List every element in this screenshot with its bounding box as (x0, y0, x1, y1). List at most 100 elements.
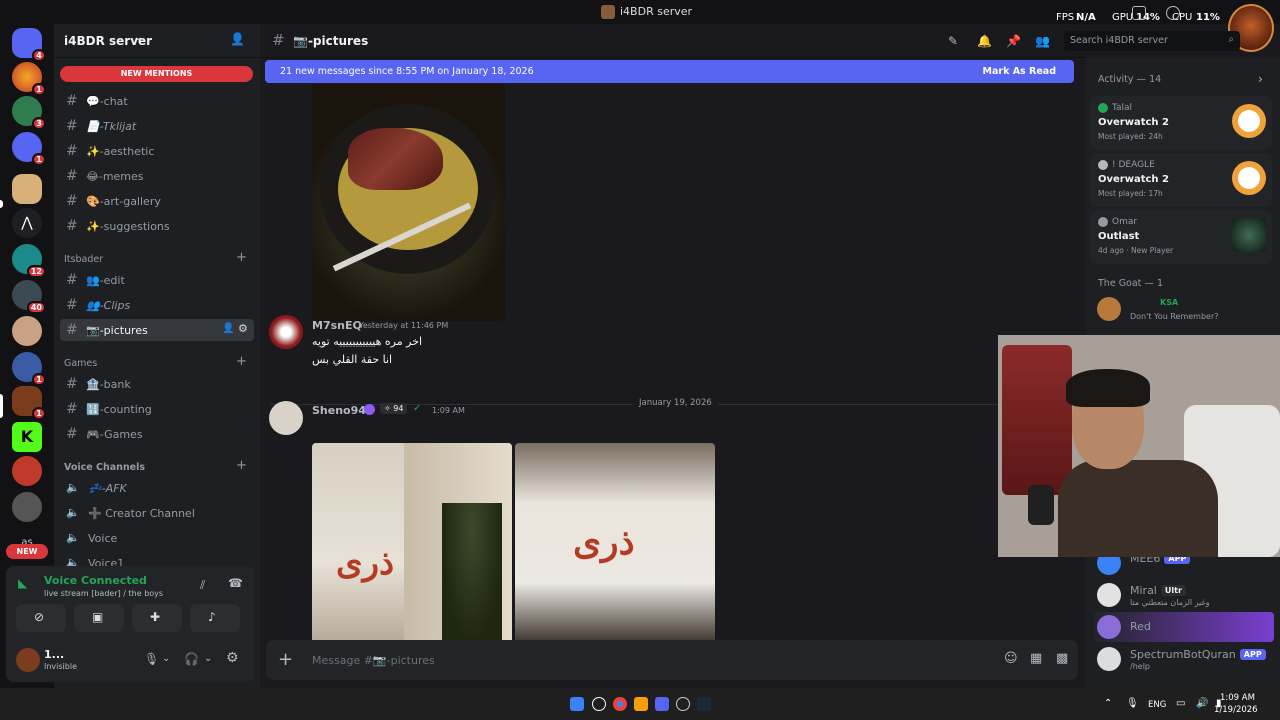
server-dark-icon[interactable] (12, 492, 42, 522)
chevron-right-icon[interactable]: › (1258, 72, 1263, 86)
mic-icon[interactable]: 🎙 (144, 652, 159, 666)
activity-card[interactable]: ! DEAGLE Overwatch 2 Most played: 17h (1090, 153, 1272, 207)
category-voice-channels[interactable]: Voice Channels (64, 462, 145, 473)
channel-bank[interactable]: # 🏦-bank (60, 373, 254, 395)
message-author[interactable]: M7snEQ (312, 319, 362, 332)
noise-suppression-icon[interactable]: ⫽ (200, 578, 205, 593)
add-channel-icon[interactable]: + (236, 250, 247, 265)
guild-tag[interactable]: ✧ 94 (380, 403, 408, 414)
start-icon[interactable] (570, 697, 584, 711)
mic-icon[interactable]: 🎙 (1126, 698, 1139, 709)
server-header[interactable]: i4BDR server ⌄ 👤 (54, 24, 260, 58)
voice-creator-channel[interactable]: 🔈 ➕ Creator Channel (60, 502, 254, 524)
avatar[interactable] (269, 315, 303, 349)
category-itsbader[interactable]: Itsbader (64, 254, 103, 265)
language-indicator[interactable]: ENG (1148, 700, 1166, 710)
apps-icon[interactable]: ▩ (1056, 651, 1068, 666)
server-teal-icon[interactable]: 12 (12, 244, 46, 278)
channel-games[interactable]: # 🎮-Games (60, 423, 254, 445)
user-settings-gear-icon[interactable]: ⚙ (226, 650, 239, 666)
voice-afk[interactable]: 🔈 💤-AFK (60, 477, 254, 499)
add-channel-icon[interactable]: + (236, 354, 247, 369)
server-gray-icon[interactable]: 40 (12, 280, 46, 314)
server-i4bdr-icon[interactable]: 1 (12, 386, 46, 420)
gif-icon[interactable]: ☺ (1004, 651, 1018, 666)
search-input[interactable]: Search i4BDR server ⌕ (1064, 31, 1240, 51)
server-face-icon[interactable] (12, 316, 42, 346)
user-name[interactable]: 1... (44, 648, 64, 661)
network-icon[interactable]: ▭ (1176, 698, 1185, 709)
chevron-down-icon[interactable]: ⌄ (204, 653, 212, 664)
activity-card[interactable]: Omar Outlast 4d ago · New Player (1090, 210, 1272, 264)
photo-store-right[interactable]: ذرى (515, 443, 715, 643)
voice-status[interactable]: Voice Connected (44, 574, 147, 587)
kick-icon[interactable]: K (12, 422, 42, 452)
invite-icon[interactable]: 👤 (222, 323, 234, 334)
category-games[interactable]: Games (64, 358, 97, 369)
member-list-icon[interactable]: 👥 (1035, 34, 1050, 48)
chrome-icon[interactable] (613, 697, 627, 711)
help-icon[interactable] (1166, 6, 1180, 20)
channel-suggestions[interactable]: # ✨-suggestions (60, 215, 254, 237)
new-mentions-bar[interactable]: NEW MENTIONS (60, 66, 253, 82)
chevron-up-icon[interactable]: ⌃ (1104, 698, 1112, 709)
channel-edit[interactable]: # 👥-edit (60, 269, 254, 291)
steak-photo[interactable] (312, 84, 505, 321)
soundboard-button[interactable]: ♪ (190, 604, 240, 632)
activity-card[interactable]: Talal Overwatch 2 Most played: 24h (1090, 96, 1272, 150)
headphones-icon[interactable]: 🎧 (184, 652, 199, 666)
app-icon[interactable] (634, 697, 648, 711)
voice-detail[interactable]: live stream [bader] / the boys (44, 589, 163, 598)
avatar[interactable] (269, 401, 303, 435)
invite-user-icon[interactable]: 👤 (230, 32, 245, 46)
server-blue-icon[interactable]: 1 (12, 352, 46, 386)
server-discord-icon[interactable]: 1 (12, 132, 46, 166)
mark-as-read-button[interactable]: Mark As Read (983, 66, 1056, 77)
message-author[interactable]: Sheno94 (312, 404, 366, 417)
server-fox-icon[interactable]: ⋀ (12, 208, 42, 238)
server-red-icon[interactable] (12, 456, 42, 486)
add-channel-icon[interactable]: + (236, 458, 247, 473)
member-item[interactable]: SpectrumBotQuran APP /help (1094, 644, 1274, 674)
clock-time[interactable]: 1:09 AM (1220, 693, 1255, 703)
screen-share-button[interactable]: ▣ (74, 604, 124, 632)
clock-date[interactable]: 1/19/2026 (1214, 705, 1258, 715)
inbox-icon[interactable] (1132, 6, 1146, 20)
member-item[interactable]: Red (1094, 612, 1274, 642)
new-unreads-badge[interactable]: NEW (6, 544, 48, 559)
channel-tklijat[interactable]: # 📄-Tklijat (60, 115, 254, 137)
sticker-icon[interactable]: ▦ (1030, 651, 1042, 666)
channel-clips[interactable]: # 👥-Clips (60, 294, 254, 316)
steam-icon[interactable] (697, 697, 711, 711)
channel-counting[interactable]: # 🔢-counting (60, 398, 254, 420)
channel-aesthetic[interactable]: # ✨-aesthetic (60, 140, 254, 162)
photo-store-left[interactable]: ذرى (312, 443, 512, 643)
member-item[interactable]: Miral Ultr وغير الزمان متعطتي متا (1094, 580, 1274, 610)
message-input[interactable]: + Message #📷-pictures ☺ ▦ ▩ (266, 640, 1078, 680)
pin-icon[interactable]: 📌 (1006, 34, 1021, 48)
volume-icon[interactable]: 🔊 (1196, 698, 1208, 709)
obs-icon[interactable] (676, 697, 690, 711)
channel-pictures[interactable]: # 📷-pictures 👤 ⚙ (60, 319, 254, 341)
new-messages-banner[interactable]: 21 new messages since 8:55 PM on January… (265, 60, 1074, 83)
discord-icon[interactable] (655, 697, 669, 711)
avatar[interactable] (16, 648, 40, 672)
activities-button[interactable]: ✚ (132, 604, 182, 632)
search-icon[interactable] (592, 697, 606, 711)
voice-voice[interactable]: 🔈 Voice (60, 527, 254, 549)
channel-chat[interactable]: # 💬-chat (60, 90, 254, 112)
bell-icon[interactable]: 🔔 (977, 34, 992, 48)
gear-icon[interactable]: ⚙ (238, 322, 248, 335)
chevron-down-icon[interactable]: ⌄ (162, 653, 170, 664)
disconnect-icon[interactable]: ☎ (228, 576, 243, 590)
discord-home-icon[interactable]: 4 (12, 28, 46, 62)
add-attachment-icon[interactable]: + (278, 649, 293, 670)
threads-icon[interactable]: ✎ (948, 34, 962, 48)
member-item[interactable]: KSA Don't You Remember? (1094, 294, 1274, 324)
server-avatar-icon[interactable] (12, 174, 42, 204)
channel-art-gallery[interactable]: # 🎨-art-gallery (60, 190, 254, 212)
server-fire-icon[interactable]: 1 (12, 62, 46, 96)
channel-memes[interactable]: # 😂-memes (60, 165, 254, 187)
camera-off-button[interactable]: ⊘ (16, 604, 66, 632)
server-leaf-icon[interactable]: 3 (12, 96, 46, 130)
